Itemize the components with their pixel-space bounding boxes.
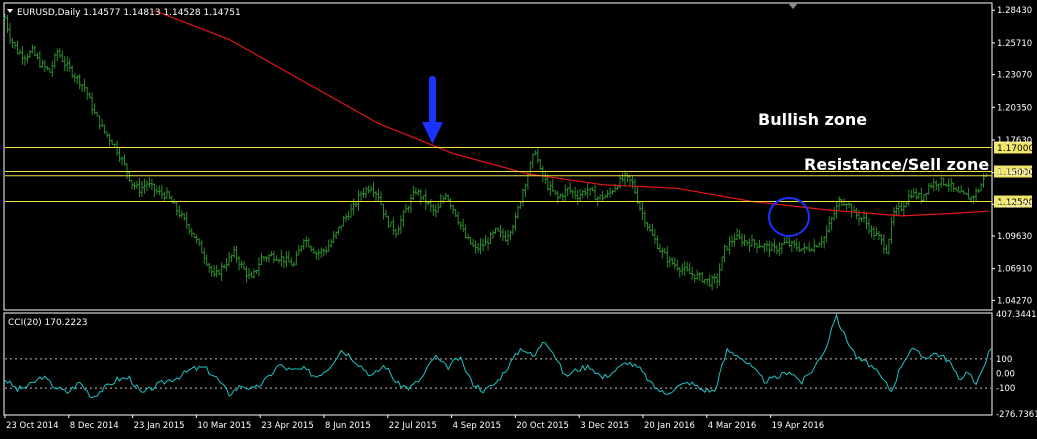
price-tick-label: 1.12270 [997,200,1032,210]
cci-header: CCI(20) 170.2223 [8,318,88,328]
time-tick-label: 4 Sep 2015 [453,421,501,431]
time-tick-label: 10 Mar 2015 [197,421,251,431]
trading-chart[interactable]: 1.170001.150001.12500 407.34411000.00-10… [0,0,1037,439]
cci-tick-label: 100 [996,355,1012,365]
price-tick-label: 1.14910 [997,169,1032,179]
resistance-zone-label: Resistance/Sell zone [804,155,989,174]
price-tick-label: 1.09630 [997,232,1032,242]
cci-tick-label: 0.00 [996,370,1015,380]
time-tick-label: 23 Jan 2015 [134,421,185,431]
price-tick-label: 1.06910 [997,265,1032,275]
price-tick-label: 1.25710 [997,39,1032,49]
time-tick-label: 22 Jul 2015 [389,421,437,431]
time-tick-label: 8 Dec 2014 [70,421,119,431]
cci-tick-label: -276.7361 [996,410,1037,420]
time-tick-label: 4 Mar 2016 [708,421,756,431]
time-tick-label: 23 Apr 2015 [261,421,314,431]
cci-tick-label: -100 [996,384,1015,394]
price-tick-label: 1.17630 [997,136,1032,146]
price-tick-label: 1.28430 [997,6,1032,16]
price-tick-label: 1.20350 [997,103,1032,113]
time-tick-label: 19 Apr 2016 [772,421,825,431]
cci-tick-label: 407.3441 [996,310,1037,320]
bullish-zone-label: Bullish zone [758,110,867,129]
time-tick-label: 8 Jun 2015 [325,421,371,431]
time-tick-label: 3 Dec 2015 [580,421,629,431]
time-tick-label: 23 Oct 2014 [6,421,59,431]
chart-background [0,0,1037,439]
symbol-header: EURUSD,Daily 1.14577 1.14813 1.14528 1.1… [17,8,241,18]
price-tick-label: 1.04270 [997,296,1032,306]
time-tick-label: 20 Jan 2016 [644,421,695,431]
time-tick-label: 20 Oct 2015 [516,421,569,431]
price-tick-label: 1.23070 [997,71,1032,81]
